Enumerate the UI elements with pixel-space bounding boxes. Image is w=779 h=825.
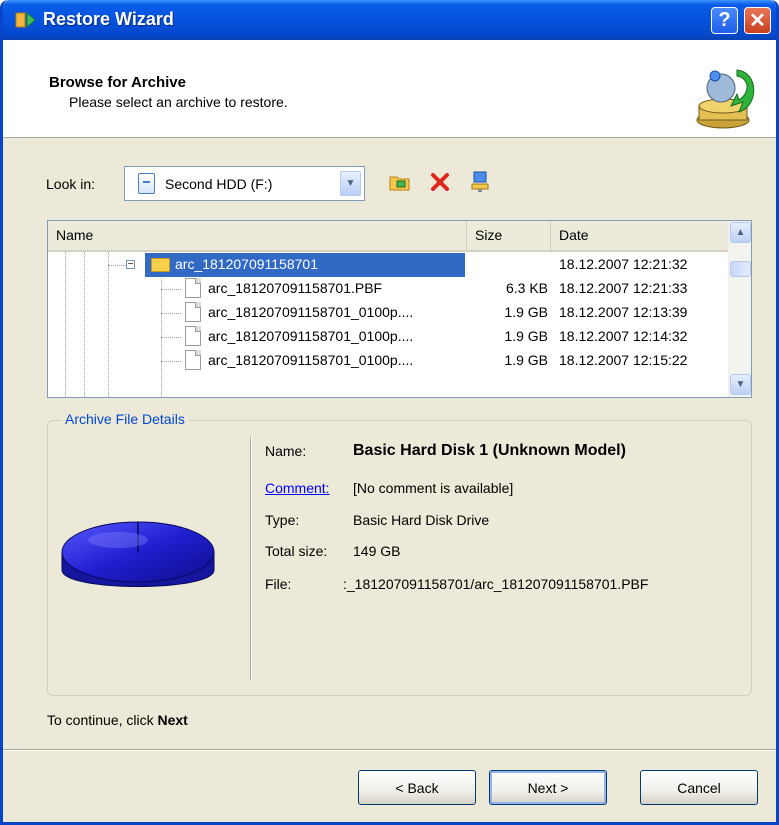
file-icon xyxy=(185,278,201,298)
vertical-scrollbar[interactable]: ▲ ▼ xyxy=(728,221,751,397)
scroll-down-icon[interactable]: ▼ xyxy=(730,374,751,395)
total-size-value: 149 GB xyxy=(353,543,401,559)
total-size-label: Total size: xyxy=(265,543,328,559)
continue-text: To continue, click xyxy=(47,712,158,728)
tree-guide xyxy=(161,337,181,338)
restore-wizard-window: Restore Wizard ? ✕ Browse for Archive Pl… xyxy=(0,0,779,825)
page-subtitle: Please select an archive to restore. xyxy=(69,94,288,110)
list-item-file[interactable]: arc_181207091158701.PBF 6.3 KB 18.12.200… xyxy=(48,277,728,301)
row-size: 6.3 KB xyxy=(505,280,548,296)
file-value: :_181207091158701/arc_181207091158701.PB… xyxy=(343,576,649,592)
comment-link[interactable]: Comment: xyxy=(265,480,330,496)
collapse-icon[interactable]: − xyxy=(126,260,135,270)
row-name: arc_181207091158701 xyxy=(175,256,318,272)
wizard-header: Browse for Archive Please select an arch… xyxy=(3,40,776,138)
row-size: 1.9 GB xyxy=(504,304,548,320)
column-header-date[interactable]: Date xyxy=(551,221,728,250)
name-label: Name: xyxy=(265,443,307,459)
type-label: Type: xyxy=(265,512,300,528)
tree-guide xyxy=(161,289,181,290)
row-name: arc_181207091158701_0100p.... xyxy=(208,304,414,320)
row-name: arc_181207091158701_0100p.... xyxy=(208,328,414,344)
restore-wizard-graphic xyxy=(696,69,755,129)
archive-file-list[interactable]: Name Size Date − arc_181207091158701 18.… xyxy=(47,220,752,398)
scroll-up-icon[interactable]: ▲ xyxy=(730,222,751,243)
footer-divider xyxy=(3,749,776,751)
list-item-folder[interactable]: − arc_181207091158701 18.12.2007 12:21:3… xyxy=(48,253,728,277)
list-header: Name Size Date xyxy=(48,221,728,252)
close-button[interactable]: ✕ xyxy=(744,7,771,34)
app-icon xyxy=(15,11,36,29)
row-date: 18.12.2007 12:21:32 xyxy=(559,256,688,272)
archive-details-legend: Archive File Details xyxy=(61,411,189,427)
row-date: 18.12.2007 12:13:39 xyxy=(559,304,688,320)
file-icon xyxy=(185,350,201,370)
details-divider xyxy=(250,437,252,680)
new-folder-icon[interactable] xyxy=(388,170,412,194)
row-size: 1.9 GB xyxy=(504,352,548,368)
next-button[interactable]: Next > xyxy=(489,770,607,805)
type-value: Basic Hard Disk Drive xyxy=(353,512,490,528)
hard-disk-icon xyxy=(61,521,215,587)
window-title: Restore Wizard xyxy=(43,9,174,29)
file-icon xyxy=(185,326,201,346)
continue-instruction: To continue, click Next xyxy=(47,712,188,728)
row-date: 18.12.2007 12:21:33 xyxy=(559,280,688,296)
row-size: 1.9 GB xyxy=(504,328,548,344)
name-value: Basic Hard Disk 1 (Unknown Model) xyxy=(353,442,626,459)
list-item-file[interactable]: arc_181207091158701_0100p.... 1.9 GB 18.… xyxy=(48,301,728,325)
column-header-size[interactable]: Size xyxy=(467,221,551,250)
back-button[interactable]: < Back xyxy=(358,770,476,805)
list-item-file[interactable]: arc_181207091158701_0100p.... 1.9 GB 18.… xyxy=(48,349,728,373)
tree-guide xyxy=(161,313,181,314)
scroll-thumb[interactable] xyxy=(730,261,751,277)
page-title: Browse for Archive xyxy=(49,74,186,91)
list-item-file[interactable]: arc_181207091158701_0100p.... 1.9 GB 18.… xyxy=(48,325,728,349)
row-name: arc_181207091158701_0100p.... xyxy=(208,352,414,368)
file-label: File: xyxy=(265,576,292,592)
tree-guide xyxy=(108,265,126,266)
chevron-down-icon[interactable]: ▼ xyxy=(340,171,361,196)
folder-icon xyxy=(151,258,170,272)
comment-value: [No comment is available] xyxy=(353,480,514,496)
look-in-label: Look in: xyxy=(46,176,96,192)
column-header-name[interactable]: Name xyxy=(48,221,467,250)
continue-emphasis: Next xyxy=(157,712,188,728)
network-drive-icon[interactable] xyxy=(468,170,492,194)
cancel-button[interactable]: Cancel xyxy=(640,770,758,805)
row-name: arc_181207091158701.PBF xyxy=(208,280,383,296)
tree-guide xyxy=(161,361,181,362)
drive-icon xyxy=(138,173,155,194)
file-icon xyxy=(185,302,201,322)
look-in-selected: Second HDD (F:) xyxy=(165,175,273,192)
title-bar[interactable]: Restore Wizard ? ✕ xyxy=(3,0,776,40)
row-date: 18.12.2007 12:15:22 xyxy=(559,352,688,368)
help-button[interactable]: ? xyxy=(711,7,738,34)
row-date: 18.12.2007 12:14:32 xyxy=(559,328,688,344)
look-in-dropdown[interactable]: Second HDD (F:) ▼ xyxy=(124,166,365,201)
delete-icon[interactable] xyxy=(428,170,452,194)
